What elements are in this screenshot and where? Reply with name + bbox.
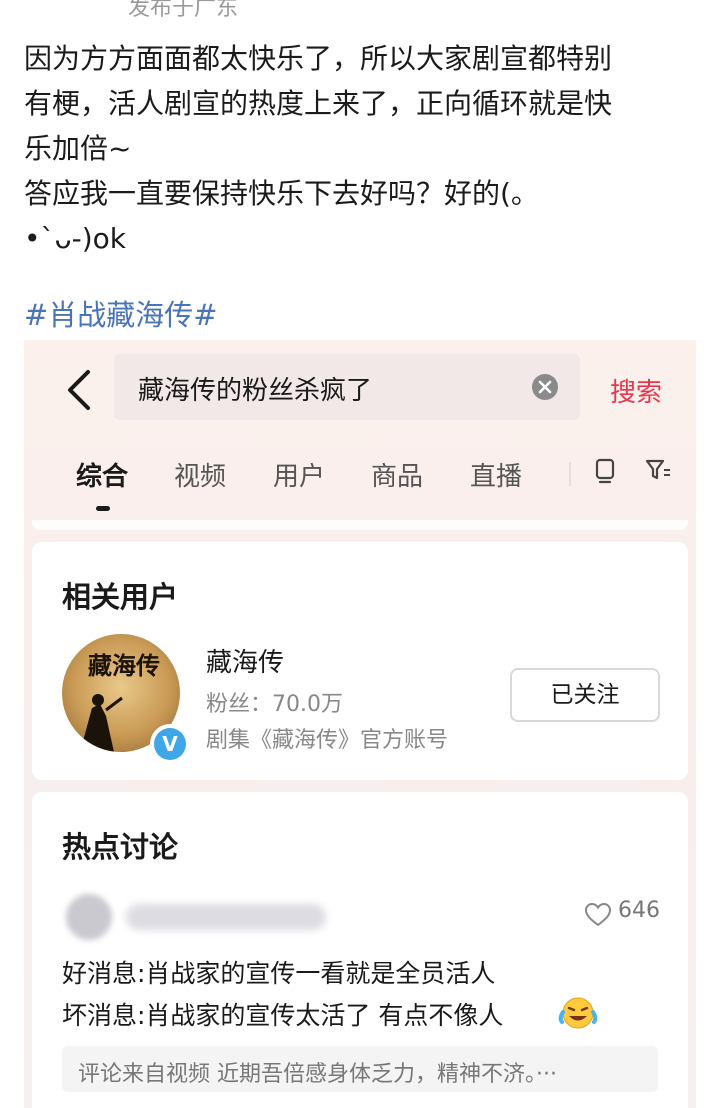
- previous-card-edge: [32, 520, 688, 530]
- tab-live[interactable]: 直播: [470, 456, 522, 493]
- laughing-crying-emoji-icon: [558, 997, 598, 1029]
- active-tab-indicator: [96, 506, 110, 511]
- back-arrow-icon[interactable]: [62, 368, 98, 412]
- comment-source-text: 评论来自视频 近期吾倍感身体乏力，精神不济。···: [78, 1062, 557, 1087]
- post-line: 答应我一直要保持快乐下去好吗？好的(。: [24, 177, 539, 210]
- user-name[interactable]: 藏海传: [206, 642, 284, 679]
- post-line: •`ᴗ-)ok: [24, 222, 127, 255]
- post-text: 因为方方面面都太快乐了，所以大家剧宣都特别 有梗，活人剧宣的热度上来了，正向循环…: [24, 36, 704, 261]
- post-line: 有梗，活人剧宣的热度上来了，正向循环就是快: [24, 87, 613, 120]
- post-line: 乐加倍~: [24, 132, 132, 165]
- post-line: 因为方方面面都太快乐了，所以大家剧宣都特别: [24, 42, 613, 75]
- comment-username-blurred[interactable]: [126, 904, 326, 930]
- comment-source[interactable]: 评论来自视频 近期吾倍感身体乏力，精神不济。···: [62, 1046, 658, 1092]
- tab-divider: [569, 462, 571, 486]
- section-title: 热点讨论: [62, 830, 179, 864]
- hashtag-link[interactable]: #肖战藏海传#: [24, 292, 218, 334]
- avatar-char-1: 藏海传: [88, 651, 160, 680]
- tab-video[interactable]: 视频: [174, 456, 226, 493]
- user-description: 剧集《藏海传》官方账号: [206, 728, 449, 753]
- hot-discussion-card: 热点讨论 646 好消息:肖战家的宣传一看就是全员活人 坏消息:肖战家的宣传太活…: [32, 792, 688, 1108]
- search-query-text: 藏海传的粉丝杀疯了: [138, 376, 373, 406]
- expand-tabs-icon[interactable]: [594, 456, 616, 484]
- related-users-card: 相关用户 藏海传 V 藏海传 粉丝：70.0万 剧集《藏海传》官方账号 已关注: [32, 542, 688, 780]
- verified-badge: V: [150, 724, 190, 764]
- search-button[interactable]: 搜索: [610, 372, 662, 409]
- tab-comprehensive[interactable]: 综合: [76, 456, 128, 493]
- search-input[interactable]: 藏海传的粉丝杀疯了: [114, 354, 580, 420]
- post-location: 发布于广东: [128, 0, 239, 21]
- follow-button[interactable]: 已关注: [510, 668, 660, 722]
- tab-goods[interactable]: 商品: [371, 456, 423, 493]
- comment-text-line: 坏消息:肖战家的宣传太活了 有点不像人: [62, 1001, 504, 1030]
- section-title: 相关用户: [62, 580, 179, 614]
- clear-icon[interactable]: [532, 374, 558, 400]
- comment-text-line: 好消息:肖战家的宣传一看就是全员活人: [62, 959, 496, 988]
- heart-icon[interactable]: [584, 902, 612, 928]
- tab-users[interactable]: 用户: [273, 456, 325, 493]
- avatar[interactable]: [66, 894, 112, 940]
- filter-icon[interactable]: [644, 456, 672, 484]
- user-fans-count: 粉丝：70.0万: [206, 692, 343, 717]
- like-count: 646: [618, 898, 660, 923]
- verified-icon: V: [154, 728, 186, 760]
- embedded-search-screenshot: 藏海传的粉丝杀疯了 搜索 综合 视频 用户 商品 直播 相关用户 藏海传 V 藏…: [24, 340, 696, 1108]
